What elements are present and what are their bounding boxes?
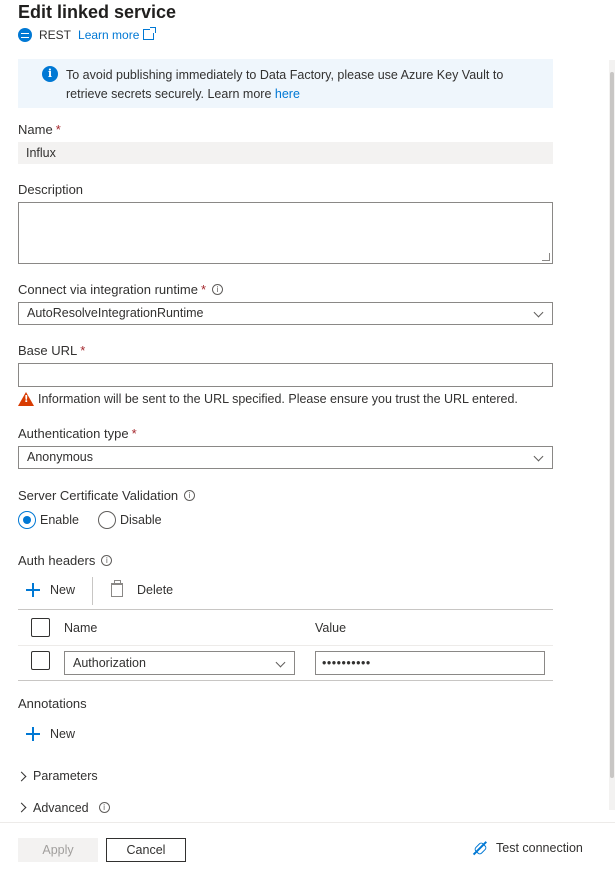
column-header-name: Name bbox=[64, 621, 98, 635]
plus-icon bbox=[26, 727, 40, 741]
required-marker: * bbox=[200, 282, 206, 297]
connector-name: REST bbox=[39, 28, 72, 42]
warning-icon bbox=[18, 392, 34, 406]
test-connection-label: Test connection bbox=[496, 841, 583, 855]
new-label: New bbox=[50, 727, 76, 741]
cancel-button[interactable]: Cancel bbox=[106, 838, 186, 862]
parameters-expander[interactable]: Parameters bbox=[16, 769, 98, 783]
footer-divider bbox=[0, 822, 615, 823]
base-url-label-text: Base URL bbox=[18, 343, 78, 358]
row-checkbox[interactable] bbox=[31, 651, 50, 670]
plug-icon bbox=[472, 840, 488, 856]
description-textarea[interactable] bbox=[18, 202, 553, 264]
disable-radio[interactable] bbox=[97, 511, 116, 529]
rest-connector-icon bbox=[18, 28, 32, 42]
advanced-expander[interactable]: Advanced i bbox=[18, 801, 110, 814]
enable-radio[interactable] bbox=[18, 511, 36, 529]
auth-headers-label-text: Auth headers bbox=[18, 553, 96, 568]
info-tooltip-icon[interactable]: i bbox=[212, 284, 223, 295]
required-marker: * bbox=[80, 343, 86, 358]
info-tooltip-icon[interactable]: i bbox=[98, 802, 110, 813]
auth-type-label: Authentication type * bbox=[18, 426, 137, 441]
cert-validation-radio-group: Enable Disable bbox=[18, 511, 162, 529]
column-header-value: Value bbox=[315, 621, 347, 635]
command-divider bbox=[92, 577, 93, 605]
auth-type-label-text: Authentication type bbox=[18, 426, 129, 441]
base-url-label: Base URL * bbox=[18, 343, 85, 358]
parameters-label: Parameters bbox=[33, 769, 98, 783]
required-marker: * bbox=[131, 426, 137, 441]
chevron-right-icon bbox=[16, 771, 27, 781]
test-connection-button[interactable]: Test connection bbox=[472, 840, 583, 856]
auth-type-dropdown[interactable]: Anonymous bbox=[18, 446, 553, 469]
header-value-input[interactable]: •••••••••• bbox=[315, 651, 545, 675]
info-tooltip-icon[interactable]: i bbox=[101, 555, 113, 566]
table-top-border bbox=[18, 609, 553, 610]
name-label: Name * bbox=[18, 122, 61, 137]
info-message: To avoid publishing immediately to Data … bbox=[66, 66, 536, 104]
learn-more-link[interactable]: Learn more bbox=[78, 27, 157, 42]
auth-type-dropdown-value: Anonymous bbox=[27, 450, 94, 464]
new-label: New bbox=[50, 583, 76, 597]
header-name-dropdown[interactable]: Authorization bbox=[64, 651, 295, 675]
trash-icon bbox=[111, 580, 123, 597]
description-label: Description bbox=[18, 182, 84, 197]
base-url-warning-text: Information will be sent to the URL spec… bbox=[38, 392, 518, 406]
delete-label: Delete bbox=[137, 583, 174, 597]
auth-headers-delete-button[interactable]: Delete bbox=[111, 580, 174, 597]
info-icon: i bbox=[42, 66, 58, 82]
cert-validation-label: Server Certificate Validation i bbox=[18, 488, 196, 503]
header-name-value: Authorization bbox=[73, 656, 146, 670]
name-field: Influx bbox=[18, 142, 553, 164]
chevron-down-icon bbox=[275, 657, 286, 668]
auth-headers-label: Auth headers i bbox=[18, 553, 113, 568]
select-all-checkbox[interactable] bbox=[31, 618, 50, 637]
base-url-warning: Information will be sent to the URL spec… bbox=[18, 392, 518, 406]
runtime-label: Connect via integration runtime * i bbox=[18, 282, 223, 297]
disable-radio-label[interactable]: Disable bbox=[120, 513, 162, 527]
chevron-right-icon bbox=[18, 802, 27, 813]
table-bottom-border bbox=[18, 680, 553, 681]
auth-headers-new-button[interactable]: New bbox=[26, 583, 75, 597]
scrollbar-thumb[interactable] bbox=[610, 72, 614, 778]
external-link-icon bbox=[143, 27, 157, 40]
runtime-dropdown-value: AutoResolveIntegrationRuntime bbox=[27, 306, 204, 320]
learn-more-label: Learn more bbox=[78, 28, 140, 42]
annotations-new-button[interactable]: New bbox=[26, 727, 75, 741]
base-url-input[interactable] bbox=[18, 363, 553, 387]
chevron-down-icon bbox=[533, 307, 544, 318]
runtime-label-text: Connect via integration runtime bbox=[18, 282, 198, 297]
info-here-link[interactable]: here bbox=[275, 87, 300, 101]
chevron-down-icon bbox=[533, 451, 544, 462]
cert-validation-label-text: Server Certificate Validation bbox=[18, 488, 179, 503]
required-marker: * bbox=[55, 122, 61, 137]
apply-button[interactable]: Apply bbox=[18, 838, 98, 862]
plus-icon bbox=[26, 583, 40, 597]
resize-grip-icon[interactable] bbox=[542, 253, 550, 261]
table-header-border bbox=[18, 645, 553, 646]
enable-radio-label[interactable]: Enable bbox=[40, 513, 79, 527]
runtime-dropdown[interactable]: AutoResolveIntegrationRuntime bbox=[18, 302, 553, 325]
info-tooltip-icon[interactable]: i bbox=[184, 490, 196, 501]
annotations-label: Annotations bbox=[18, 696, 87, 711]
name-label-text: Name bbox=[18, 122, 53, 137]
advanced-label: Advanced bbox=[33, 801, 89, 814]
connector-header: REST Learn more bbox=[18, 26, 157, 44]
panel-title: Edit linked service bbox=[18, 2, 177, 22]
